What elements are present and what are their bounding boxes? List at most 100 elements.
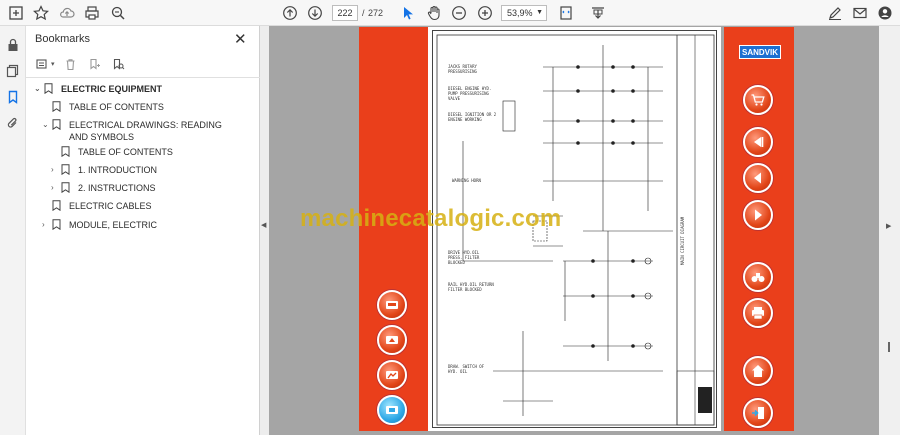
chevron-right-icon[interactable]: › xyxy=(42,219,52,231)
bookmark-item[interactable]: TABLE OF CONTENTS xyxy=(61,146,173,158)
zoom-out-icon[interactable] xyxy=(449,3,469,23)
exit-button[interactable] xyxy=(743,398,773,428)
page-total: 272 xyxy=(368,8,384,18)
bookmarks-icon[interactable] xyxy=(4,88,22,106)
binoculars-icon xyxy=(751,273,765,282)
home-icon xyxy=(752,365,764,377)
schematic-label: DIESEL IGNITION OR 2 ENGINE WORKING xyxy=(448,112,497,122)
bookmark-item[interactable]: › 2. INSTRUCTIONS xyxy=(51,182,156,194)
bookmark-options-icon[interactable] xyxy=(34,56,50,72)
bookmarks-panel: Bookmarks ✕ ▾ ⌄ ELECTRIC EQUIPMENT TABLE… xyxy=(26,26,260,435)
page-number-input[interactable]: 222 xyxy=(332,5,358,21)
sign-pen-icon[interactable] xyxy=(825,3,845,23)
bookmark-icon xyxy=(61,146,73,158)
bookmark-icon xyxy=(61,164,73,176)
expand-panel-icon[interactable]: ▶ xyxy=(886,222,891,230)
bookmark-icon xyxy=(52,219,64,231)
exit-door-icon xyxy=(752,407,764,419)
title-block-text: MAIN CIRCUIT DIAGRAM xyxy=(680,216,685,265)
bookmark-item[interactable]: ⌄ ELECTRICAL DRAWINGS: READING AND SYMBO… xyxy=(42,119,252,143)
zoom-page-button[interactable] xyxy=(377,325,407,355)
print-icon[interactable] xyxy=(82,3,102,23)
bookmark-item[interactable]: ELECTRIC CABLES xyxy=(52,200,152,212)
new-bookmark-icon[interactable] xyxy=(87,56,103,72)
schematic-label: RAIL HYD.OIL RETURN FILTER BLOCKED xyxy=(448,282,494,292)
scroll-thumb[interactable] xyxy=(888,342,890,352)
zoom-level-value: 53,9% xyxy=(507,8,533,18)
page-separator: / xyxy=(362,8,365,18)
select-cursor-icon[interactable] xyxy=(398,3,418,23)
fit-page-button[interactable] xyxy=(377,395,407,425)
bookmark-tools: ▾ xyxy=(34,55,127,73)
delete-icon[interactable] xyxy=(63,56,79,72)
bookmark-item[interactable]: › MODULE, ELECTRIC xyxy=(42,219,157,231)
bookmark-label: 1. INTRODUCTION xyxy=(78,165,158,175)
shopping-cart-button[interactable] xyxy=(743,85,773,115)
star-icon[interactable] xyxy=(31,3,51,23)
bookmark-icon xyxy=(52,119,64,131)
bookmark-star-icon[interactable] xyxy=(6,3,26,23)
bookmark-icon xyxy=(52,101,64,113)
bookmark-icon xyxy=(52,200,64,212)
bookmark-item[interactable]: TABLE OF CONTENTS xyxy=(52,101,164,113)
chevron-right-icon[interactable]: › xyxy=(51,182,61,194)
fit-width-button[interactable] xyxy=(377,360,407,390)
bookmark-item[interactable]: › 1. INTRODUCTION xyxy=(51,164,157,176)
watermark-text: machinecatalogic.com xyxy=(300,205,562,232)
bookmark-label: MODULE, ELECTRIC xyxy=(69,220,158,230)
schematic-label: JACKS ROTARY PRESSURISING xyxy=(448,64,477,74)
arrow-left-icon xyxy=(754,172,761,184)
print-page-button[interactable] xyxy=(377,290,407,320)
left-tool-rail xyxy=(0,26,26,435)
previous-page-icon[interactable] xyxy=(280,3,300,23)
page-thumbnails-icon[interactable] xyxy=(4,62,22,80)
panel-splitter[interactable]: ◀ xyxy=(260,26,269,435)
first-page-icon xyxy=(754,137,764,147)
schematic-label: DRAW. SWITCH OF HYD. OIL xyxy=(448,364,485,374)
fit-page-icon[interactable] xyxy=(556,3,576,23)
first-page-button[interactable] xyxy=(743,127,773,157)
chevron-right-icon[interactable]: › xyxy=(51,164,61,176)
printer-icon xyxy=(752,307,764,320)
print-button[interactable] xyxy=(743,298,773,328)
home-button[interactable] xyxy=(743,356,773,386)
panel-title: Bookmarks xyxy=(35,33,91,45)
lock-icon[interactable] xyxy=(4,36,22,54)
schematic-label: WARNING HORN xyxy=(452,178,481,183)
bookmark-label: ELECTRIC EQUIPMENT xyxy=(61,84,163,94)
chevron-down-icon[interactable]: ▾ xyxy=(51,60,55,68)
bookmark-icon xyxy=(61,182,73,194)
arrow-right-icon xyxy=(755,209,762,221)
next-page-button[interactable] xyxy=(743,200,773,230)
zoom-in-icon[interactable] xyxy=(475,3,495,23)
zoom-search-icon[interactable] xyxy=(108,3,128,23)
next-page-icon[interactable] xyxy=(305,3,325,23)
bookmark-label: ELECTRICAL DRAWINGS: READING AND SYMBOLS xyxy=(69,120,222,142)
close-icon[interactable]: ✕ xyxy=(234,30,247,48)
search-button[interactable] xyxy=(743,262,773,292)
account-icon[interactable] xyxy=(875,3,895,23)
schematic-label: DIESEL ENGINE HYD. PUMP PRESSURISING VAL… xyxy=(448,86,492,101)
mail-icon[interactable] xyxy=(850,3,870,23)
cloud-upload-icon[interactable] xyxy=(57,3,77,23)
cart-icon xyxy=(751,94,765,106)
find-bookmark-icon[interactable] xyxy=(111,56,127,72)
divider xyxy=(26,77,260,78)
bookmark-item[interactable]: ⌄ ELECTRIC EQUIPMENT xyxy=(34,83,162,95)
hand-tool-icon[interactable] xyxy=(424,3,444,23)
bookmark-label: TABLE OF CONTENTS xyxy=(69,102,164,112)
bookmark-label: TABLE OF CONTENTS xyxy=(78,147,173,157)
chevron-down-icon[interactable]: ⌄ xyxy=(34,83,44,95)
collapse-panel-icon[interactable]: ◀ xyxy=(261,221,266,229)
vertical-scrollbar[interactable]: ▶ xyxy=(879,26,900,435)
schematic-label: DRIVE HYD.OIL PRESS. FILTER BLOCKED xyxy=(448,250,480,265)
bookmark-label: 2. INSTRUCTIONS xyxy=(78,183,156,193)
brand-logo: SANDVIK xyxy=(739,45,781,59)
attachments-icon[interactable] xyxy=(4,114,22,132)
chevron-down-icon: ▼ xyxy=(536,9,543,16)
previous-page-button[interactable] xyxy=(743,163,773,193)
scroll-mode-icon[interactable] xyxy=(588,3,608,23)
bookmark-label: ELECTRIC CABLES xyxy=(69,201,152,211)
zoom-level-select[interactable]: 53,9% ▼ xyxy=(501,5,547,21)
chevron-down-icon[interactable]: ⌄ xyxy=(42,119,52,131)
